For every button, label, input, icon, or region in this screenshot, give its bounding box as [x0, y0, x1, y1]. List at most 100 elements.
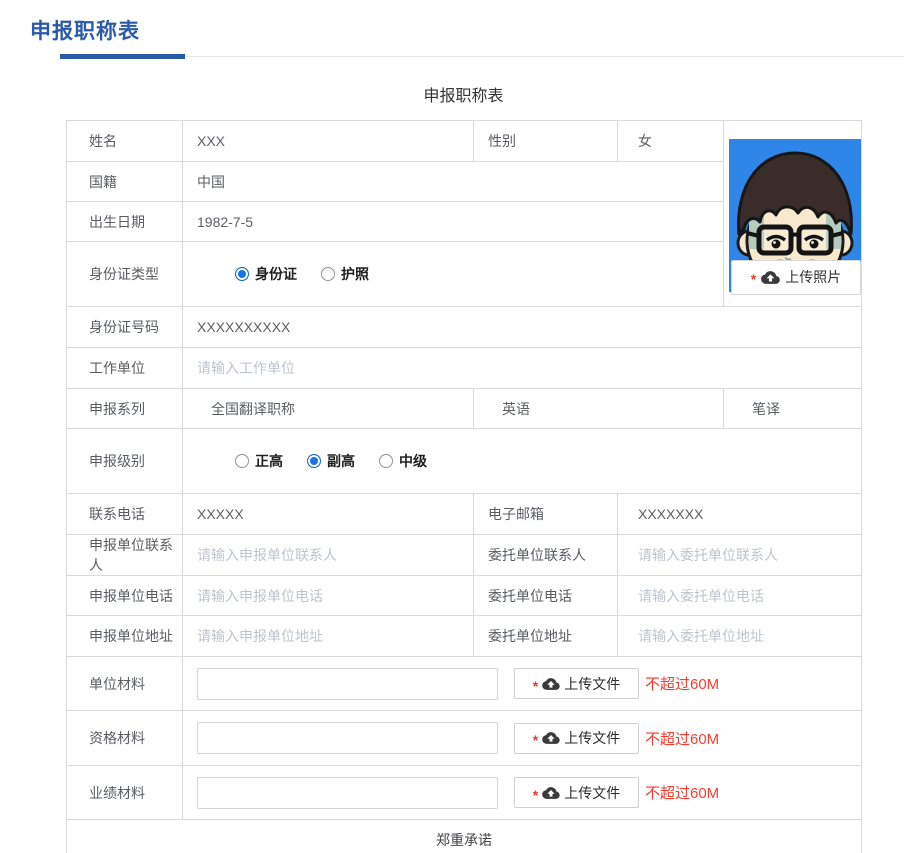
row-contacts: 申报单位联系人 委托单位联系人: [66, 534, 862, 576]
page-title: 申报职称表: [30, 20, 140, 43]
radio-icon[interactable]: [321, 267, 335, 281]
id-type-radio-group: 身份证 护照: [235, 264, 723, 284]
declare-address-cell: [182, 615, 474, 657]
row-level: 申报级别 正高 副高 中级: [66, 428, 862, 494]
entrust-contact-input[interactable]: [638, 547, 853, 563]
name-label: 姓名: [66, 120, 183, 162]
page-header: 申报职称表: [0, 0, 920, 59]
row-qualification-material: 资格材料 * 上传文件 不超过60M: [66, 710, 862, 766]
cloud-upload-icon: [542, 732, 560, 744]
declare-contact-cell: [182, 534, 474, 576]
radio-icon[interactable]: [379, 454, 393, 468]
level-radio-group: 正高 副高 中级: [235, 451, 861, 471]
birth-date-value: 1982-7-5: [182, 201, 724, 242]
upload-photo-button[interactable]: * 上传照片: [731, 259, 861, 295]
series-value-3: 笔译: [723, 388, 862, 429]
unit-material-upload-button[interactable]: * 上传文件: [514, 668, 639, 699]
qualification-material-input[interactable]: [197, 722, 498, 754]
radio-level-senior-label: 正高: [255, 453, 283, 469]
nationality-label: 国籍: [66, 161, 183, 202]
gender-value: 女: [617, 120, 724, 162]
radio-icon[interactable]: [307, 454, 321, 468]
radio-id-card[interactable]: 身份证: [235, 264, 297, 284]
name-value: XXX: [182, 120, 474, 162]
required-asterisk: *: [750, 271, 757, 287]
required-asterisk: *: [532, 732, 539, 748]
size-limit-hint: 不超过60M: [645, 785, 720, 802]
unit-material-input[interactable]: [197, 667, 498, 700]
declare-phone-input[interactable]: [197, 587, 462, 604]
entrust-phone-input[interactable]: [638, 587, 853, 604]
row-unit-material: 单位材料 * 上传文件 不超过60M: [66, 656, 862, 711]
performance-material-upload-button[interactable]: * 上传文件: [514, 777, 639, 808]
declare-address-label: 申报单位地址: [66, 615, 183, 657]
radio-icon[interactable]: [235, 267, 249, 281]
entrust-address-input[interactable]: [638, 628, 853, 644]
entrust-contact-label: 委托单位联系人: [473, 534, 618, 576]
performance-material-label: 业绩材料: [66, 765, 183, 820]
upload-photo-label: 上传照片: [785, 269, 842, 285]
work-unit-input[interactable]: [197, 360, 835, 376]
qualification-material-cell: * 上传文件 不超过60M: [182, 710, 862, 766]
row-performance-material: 业绩材料 * 上传文件 不超过60M: [66, 765, 862, 820]
entrust-address-cell: [617, 615, 862, 657]
radio-passport-label: 护照: [341, 266, 369, 282]
performance-material-input[interactable]: [197, 776, 498, 809]
id-type-options: 身份证 护照: [182, 241, 724, 307]
header-divider-accent: [60, 54, 185, 59]
required-asterisk: *: [532, 786, 539, 803]
radio-level-deputy-senior-label: 副高: [327, 453, 355, 469]
row-phone-email: 联系电话 XXXXX 电子邮箱 XXXXXXX: [66, 493, 862, 535]
radio-level-deputy-senior[interactable]: 副高: [307, 451, 355, 471]
radio-id-card-label: 身份证: [255, 266, 297, 282]
radio-icon[interactable]: [235, 454, 249, 468]
phone-value: XXXXX: [182, 493, 474, 535]
id-number-label: 身份证号码: [66, 306, 183, 348]
row-work-unit: 工作单位: [66, 347, 862, 389]
size-limit-hint: 不超过60M: [645, 730, 720, 748]
radio-level-intermediate-label: 中级: [399, 453, 427, 469]
phone-label: 联系电话: [66, 493, 183, 535]
row-series: 申报系列 全国翻译职称 英语 笔译: [66, 388, 862, 429]
declare-phone-cell: [182, 575, 474, 616]
required-asterisk: *: [532, 677, 539, 694]
row-unit-phones: 申报单位电话 委托单位电话: [66, 575, 862, 616]
photo-cell: * 上传照片: [723, 120, 862, 307]
performance-material-cell: * 上传文件 不超过60M: [182, 765, 862, 820]
nationality-value: 中国: [182, 161, 724, 202]
upload-file-label: 上传文件: [564, 784, 621, 801]
cloud-upload-icon: [761, 270, 781, 284]
entrust-phone-cell: [617, 575, 862, 616]
radio-level-senior[interactable]: 正高: [235, 451, 283, 471]
unit-material-cell: * 上传文件 不超过60M: [182, 656, 862, 711]
header-divider: [60, 54, 904, 59]
declare-contact-input[interactable]: [197, 547, 462, 563]
unit-material-label: 单位材料: [66, 656, 183, 711]
work-unit-label: 工作单位: [66, 347, 183, 389]
series-label: 申报系列: [66, 388, 183, 429]
entrust-address-label: 委托单位地址: [473, 615, 618, 657]
entrust-phone-label: 委托单位电话: [473, 575, 618, 616]
work-unit-cell: [182, 347, 862, 389]
row-id-number: 身份证号码 XXXXXXXXXX: [66, 306, 862, 348]
promise-title: 郑重承诺: [66, 819, 862, 853]
cloud-upload-icon: [542, 677, 560, 690]
upload-file-label: 上传文件: [564, 730, 621, 746]
declare-contact-label: 申报单位联系人: [66, 534, 183, 576]
cloud-upload-icon: [542, 786, 560, 799]
email-value: XXXXXXX: [617, 493, 862, 535]
id-number-value: XXXXXXXXXX: [182, 306, 862, 348]
radio-level-intermediate[interactable]: 中级: [379, 451, 427, 471]
qualification-material-upload-button[interactable]: * 上传文件: [514, 722, 639, 754]
qualification-material-label: 资格材料: [66, 710, 183, 766]
size-limit-hint: 不超过60M: [645, 676, 720, 693]
id-type-label: 身份证类型: [66, 241, 183, 307]
series-value-2: 英语: [473, 388, 724, 429]
upload-file-label: 上传文件: [564, 675, 621, 692]
series-value-1: 全国翻译职称: [182, 388, 474, 429]
level-label: 申报级别: [66, 428, 183, 494]
birth-date-label: 出生日期: [66, 201, 183, 242]
radio-passport[interactable]: 护照: [321, 264, 369, 284]
declare-address-input[interactable]: [197, 628, 462, 644]
declaration-form-table: 姓名 XXX 性别 女 * 上传照片 国籍 中国 出生日期 1982-7-5 身…: [66, 120, 862, 853]
